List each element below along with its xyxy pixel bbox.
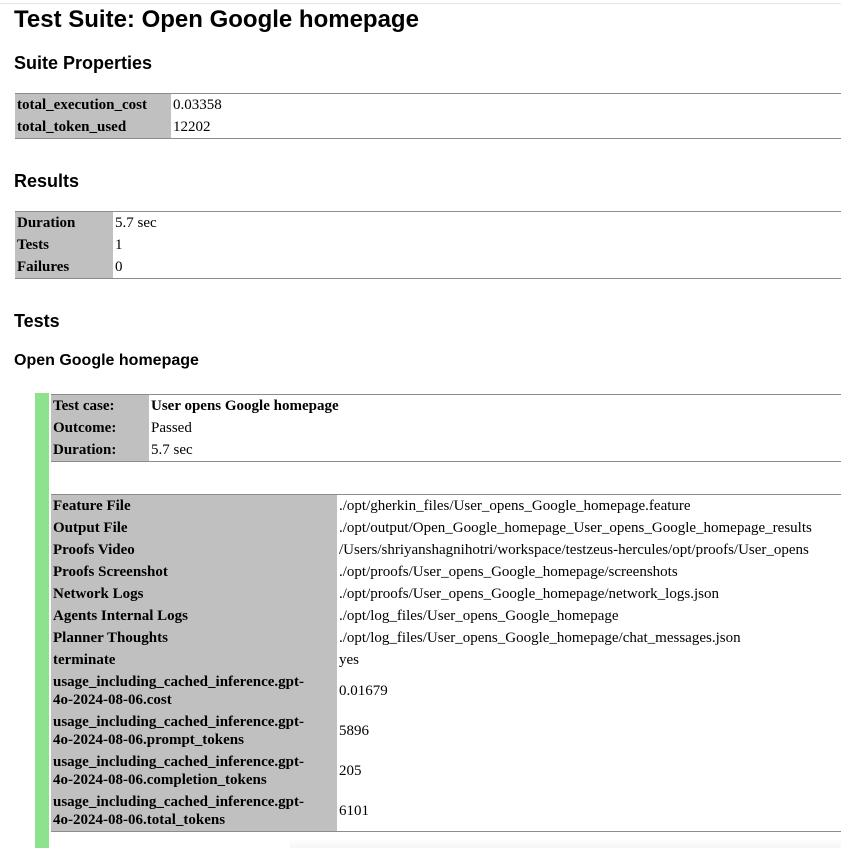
detail-value: 0.01679 <box>337 671 841 711</box>
feature-heading: Open Google homepage <box>14 352 199 369</box>
table-row: Outcome: Passed <box>51 417 841 439</box>
detail-key: usage_including_cached_inference.gpt- 4o… <box>51 751 337 791</box>
suite-properties-heading: Suite Properties <box>14 53 153 73</box>
table-row: Failures 0 <box>15 256 841 279</box>
table-row: total_execution_cost 0.03358 <box>15 93 841 116</box>
table-row: Test case: User opens Google homepage <box>51 394 841 417</box>
detail-key: Planner Thoughts <box>51 627 337 649</box>
detail-key: terminate <box>51 649 337 671</box>
test-case-key: Test case: <box>51 394 149 417</box>
table-row: Proofs Screenshot ./opt/proofs/User_open… <box>51 561 841 583</box>
table-row: Agents Internal Logs ./opt/log_files/Use… <box>51 605 841 627</box>
table-row: usage_including_cached_inference.gpt- 4o… <box>51 671 841 711</box>
detail-key: Output File <box>51 517 337 539</box>
table-row: usage_including_cached_inference.gpt- 4o… <box>51 791 841 832</box>
test-status-bar <box>35 393 49 848</box>
suite-properties-table: total_execution_cost 0.03358 total_token… <box>15 93 841 139</box>
detail-key: Network Logs <box>51 583 337 605</box>
result-key: Failures <box>15 256 113 279</box>
results-table: Duration 5.7 sec Tests 1 Failures 0 <box>15 211 841 279</box>
tests-heading: Tests <box>14 311 60 331</box>
detail-value: ./opt/gherkin_files/User_opens_Google_ho… <box>337 494 841 517</box>
result-key: Tests <box>15 234 113 256</box>
property-value: 12202 <box>171 116 841 139</box>
detail-key-line1: usage_including_cached_inference.gpt- <box>53 754 304 770</box>
page-title: Test Suite: Open Google homepage <box>14 6 419 33</box>
results-heading: Results <box>14 171 80 191</box>
detail-key-line1: usage_including_cached_inference.gpt- <box>53 674 304 690</box>
detail-value: 205 <box>337 751 841 791</box>
table-row: usage_including_cached_inference.gpt- 4o… <box>51 711 841 751</box>
detail-value: ./opt/proofs/User_opens_Google_homepage/… <box>337 561 841 583</box>
detail-key-line2: 4o-2024-08-06.total_tokens <box>53 812 226 828</box>
detail-key-line2: 4o-2024-08-06.cost <box>53 692 172 708</box>
property-value: 0.03358 <box>171 93 841 116</box>
table-row: Proofs Video /Users/shriyanshagnihotri/w… <box>51 539 841 561</box>
property-key: total_token_used <box>15 116 171 139</box>
detail-key: usage_including_cached_inference.gpt- 4o… <box>51 671 337 711</box>
detail-value: 5896 <box>337 711 841 751</box>
detail-key: Feature File <box>51 494 337 517</box>
table-row: Network Logs ./opt/proofs/User_opens_Goo… <box>51 583 841 605</box>
detail-value: ./opt/output/Open_Google_homepage_User_o… <box>337 517 841 539</box>
duration-key: Duration: <box>51 439 149 462</box>
detail-value: ./opt/proofs/User_opens_Google_homepage/… <box>337 583 841 605</box>
detail-key: Proofs Video <box>51 539 337 561</box>
detail-value: ./opt/log_files/User_opens_Google_homepa… <box>337 605 841 627</box>
detail-value: yes <box>337 649 841 671</box>
test-details-table: Feature File ./opt/gherkin_files/User_op… <box>51 494 841 832</box>
outcome-key: Outcome: <box>51 417 149 439</box>
table-row: Output File ./opt/output/Open_Google_hom… <box>51 517 841 539</box>
bottom-shade <box>290 838 841 848</box>
detail-key-line2: 4o-2024-08-06.completion_tokens <box>53 772 267 788</box>
table-row: Duration: 5.7 sec <box>51 439 841 462</box>
table-row: Feature File ./opt/gherkin_files/User_op… <box>51 494 841 517</box>
result-value: 5.7 sec <box>113 211 841 234</box>
result-key: Duration <box>15 211 113 234</box>
detail-key: Proofs Screenshot <box>51 561 337 583</box>
detail-value: /Users/shriyanshagnihotri/workspace/test… <box>337 539 841 561</box>
test-case-table: Test case: User opens Google homepage Ou… <box>51 394 841 462</box>
outcome-value: Passed <box>149 417 841 439</box>
table-row: usage_including_cached_inference.gpt- 4o… <box>51 751 841 791</box>
detail-key: usage_including_cached_inference.gpt- 4o… <box>51 711 337 751</box>
detail-key-line2: 4o-2024-08-06.prompt_tokens <box>53 732 244 748</box>
result-value: 0 <box>113 256 841 279</box>
detail-key-line1: usage_including_cached_inference.gpt- <box>53 794 304 810</box>
detail-key: Agents Internal Logs <box>51 605 337 627</box>
result-value: 1 <box>113 234 841 256</box>
duration-value: 5.7 sec <box>149 439 841 462</box>
detail-key: usage_including_cached_inference.gpt- 4o… <box>51 791 337 832</box>
table-row: Planner Thoughts ./opt/log_files/User_op… <box>51 627 841 649</box>
detail-key-line1: usage_including_cached_inference.gpt- <box>53 714 304 730</box>
detail-value: 6101 <box>337 791 841 832</box>
property-key: total_execution_cost <box>15 93 171 116</box>
table-row: terminate yes <box>51 649 841 671</box>
top-divider <box>0 3 841 4</box>
table-row: Tests 1 <box>15 234 841 256</box>
test-case-name: User opens Google homepage <box>149 394 841 417</box>
table-row: Duration 5.7 sec <box>15 211 841 234</box>
table-row: total_token_used 12202 <box>15 116 841 139</box>
detail-value: ./opt/log_files/User_opens_Google_homepa… <box>337 627 841 649</box>
